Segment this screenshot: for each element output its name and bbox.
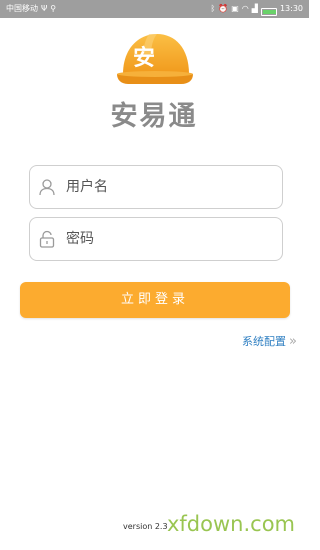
double-chevron-right-icon: »	[289, 333, 297, 349]
status-bar-right: ᛒ ⏰ ▣ ◠ ▟ 13:30	[210, 0, 303, 18]
watermark-text: xfdown.com	[166, 512, 295, 536]
signal-icon: ▟	[251, 4, 258, 13]
status-bar: 中国移动 Ψ ⚲ ᛒ ⏰ ▣ ◠ ▟ 13:30	[0, 0, 309, 18]
helmet-character: 安	[132, 46, 155, 71]
user-icon	[39, 179, 55, 196]
usb-debug-icon: ⚲	[50, 4, 57, 13]
login-screen: 中国移动 Ψ ⚲ ᛒ ⏰ ▣ ◠ ▟ 13:30 安 安易通 用户名 立即登录 …	[0, 0, 309, 550]
app-name: 安易通	[110, 101, 198, 132]
username-input[interactable]	[66, 166, 276, 208]
system-config-link[interactable]: 系统配置 »	[242, 333, 297, 349]
carrier-name: 中国移动	[6, 4, 38, 13]
system-config-label: 系统配置	[242, 335, 287, 348]
app-logo: 安 安易通	[103, 30, 205, 132]
status-time: 13:30	[279, 4, 303, 13]
alarm-icon: ⏰	[218, 4, 229, 13]
nfc-icon: ▣	[231, 4, 239, 13]
username-field-container	[29, 165, 283, 209]
password-field-container	[29, 217, 283, 261]
version-text: version 2.3	[123, 522, 168, 531]
wifi-icon: ◠	[241, 4, 249, 13]
usb-icon: Ψ	[41, 4, 48, 13]
lock-icon	[39, 230, 55, 248]
password-input[interactable]	[66, 218, 276, 260]
battery-icon	[260, 7, 277, 16]
bluetooth-icon: ᛒ	[210, 4, 216, 13]
login-button[interactable]: 立即登录	[20, 282, 290, 318]
status-bar-left: 中国移动 Ψ ⚲	[6, 0, 56, 18]
